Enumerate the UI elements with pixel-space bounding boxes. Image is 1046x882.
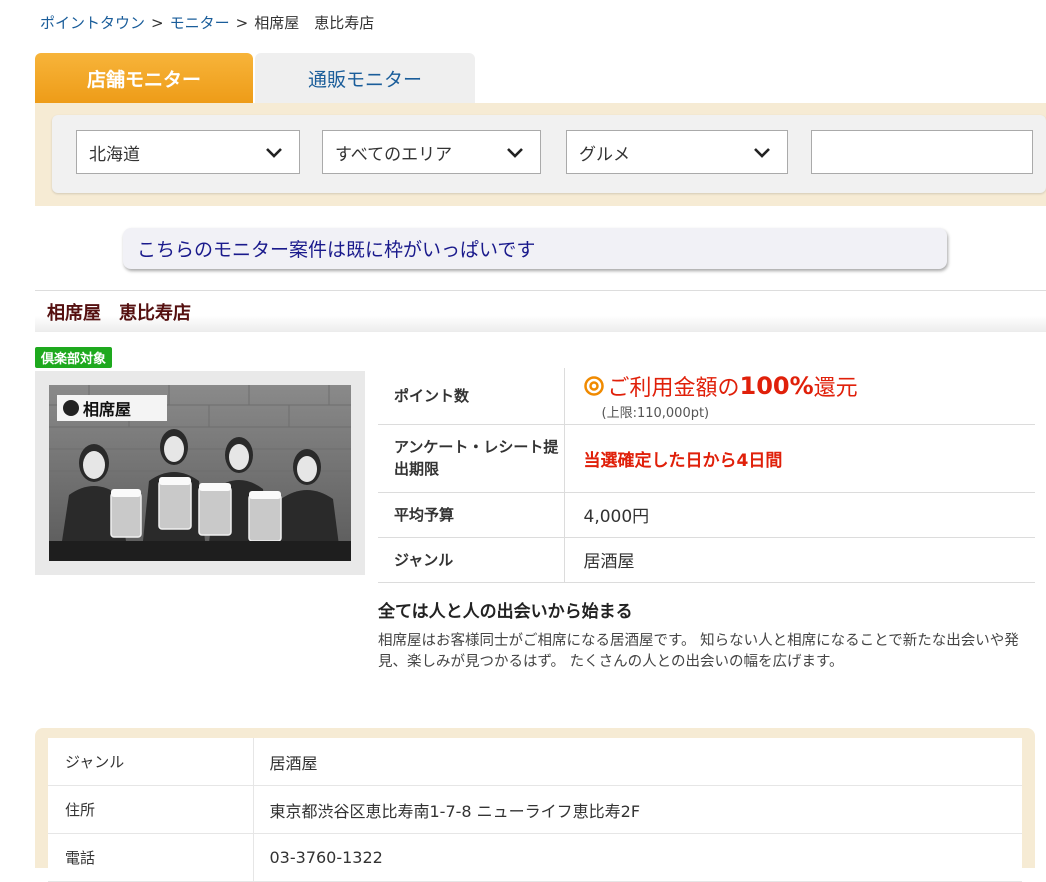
info-row-budget: 平均予算 4,000円 — [378, 492, 1035, 538]
details-address-label: 住所 — [48, 785, 254, 834]
category-select-value: グルメ — [579, 144, 630, 165]
store-photo: 相席屋 — [49, 385, 351, 561]
breadcrumb-link-monitor[interactable]: モニター — [170, 14, 230, 32]
full-capacity-notice: こちらのモニター案件は既に枠がいっぱいです — [123, 228, 947, 269]
prefecture-select[interactable]: 北海道 — [76, 130, 300, 174]
points-suffix: 還元 — [813, 376, 858, 402]
points-cap: (上限:110,000pt) — [601, 406, 710, 422]
store-details-panel: ジャンル 居酒屋 住所 東京都渋谷区恵比寿南1-7-8 ニューライフ恵比寿2F … — [35, 728, 1035, 882]
details-genre-label: ジャンル — [48, 738, 254, 786]
details-row-genre: ジャンル 居酒屋 — [48, 738, 1022, 786]
store-photo-frame: 相席屋 — [35, 371, 365, 575]
budget-label: 平均予算 — [378, 492, 565, 538]
details-row-phone: 電話 03-3760-1322 — [48, 833, 1022, 882]
breadcrumb-current: 相席屋 恵比寿店 — [254, 14, 375, 32]
info-row-deadline: アンケート・レシート提出期限 当選確定した日から4日間 — [378, 424, 1035, 493]
store-catchcopy: 全ては人と人の出会いから始まる — [378, 602, 633, 622]
area-select-value: すべてのエリア — [335, 144, 453, 165]
deadline-value-cell: 当選確定した日から4日間 — [564, 424, 1035, 493]
tab-store-monitor[interactable]: 店舗モニター — [35, 53, 253, 103]
breadcrumb-separator: > — [151, 14, 164, 32]
search-filter-box: 北海道 すべてのエリア グルメ — [52, 115, 1046, 193]
chevron-down-icon — [266, 148, 282, 158]
deadline-value: 当選確定した日から4日間 — [583, 450, 783, 471]
category-select[interactable]: グルメ — [566, 130, 788, 174]
deadline-label: アンケート・レシート提出期限 — [378, 424, 565, 493]
info-row-genre: ジャンル 居酒屋 — [378, 537, 1035, 583]
info-row-points: ポイント数 ご利用金額の 100% 還元 (上限:110,000pt) — [378, 368, 1035, 425]
chevron-down-icon — [507, 148, 523, 158]
chevron-down-icon — [754, 148, 770, 158]
area-select[interactable]: すべてのエリア — [322, 130, 541, 174]
details-phone-label: 電話 — [48, 833, 254, 882]
photo-logo-text: 相席屋 — [83, 400, 131, 419]
point-coin-icon — [583, 376, 604, 396]
points-prefix: ご利用金額の — [607, 376, 740, 402]
genre-label: ジャンル — [378, 537, 565, 583]
monitor-tabs: 店舗モニター 通販モニター — [35, 53, 475, 103]
points-percentage: 100% — [739, 372, 814, 401]
points-value: ご利用金額の 100% 還元 — [583, 370, 1035, 402]
breadcrumb-link-pointtown[interactable]: ポイントタウン — [40, 14, 145, 32]
points-value-cell: ご利用金額の 100% 還元 (上限:110,000pt) — [564, 368, 1035, 425]
keyword-input[interactable] — [811, 130, 1033, 174]
prefecture-select-value: 北海道 — [89, 144, 140, 165]
club-badge: 倶楽部対象 — [35, 347, 113, 368]
store-title: 相席屋 恵比寿店 — [35, 290, 1046, 332]
details-genre-value: 居酒屋 — [253, 738, 1022, 786]
details-address-value: 東京都渋谷区恵比寿南1-7-8 ニューライフ恵比寿2F — [253, 785, 1022, 834]
genre-value: 居酒屋 — [564, 537, 1035, 583]
store-description: 相席屋はお客様同士がご相席になる居酒屋です。 知らない人と相席になることで新たな… — [378, 633, 1019, 670]
store-info-table: ポイント数 ご利用金額の 100% 還元 (上限:110,000pt) アンケート・… — [378, 368, 1035, 583]
points-label: ポイント数 — [378, 368, 565, 425]
breadcrumb-separator: > — [235, 14, 249, 32]
store-details-table: ジャンル 居酒屋 住所 東京都渋谷区恵比寿南1-7-8 ニューライフ恵比寿2F … — [48, 738, 1022, 882]
budget-value: 4,000円 — [564, 492, 1035, 538]
breadcrumb: ポイントタウン > モニター > 相席屋 恵比寿店 — [40, 12, 374, 33]
search-filter-panel: 北海道 すべてのエリア グルメ — [35, 103, 1046, 206]
details-phone-value: 03-3760-1322 — [253, 833, 1022, 882]
details-row-address: 住所 東京都渋谷区恵比寿南1-7-8 ニューライフ恵比寿2F — [48, 785, 1022, 834]
tab-mail-order-monitor[interactable]: 通販モニター — [255, 53, 475, 103]
